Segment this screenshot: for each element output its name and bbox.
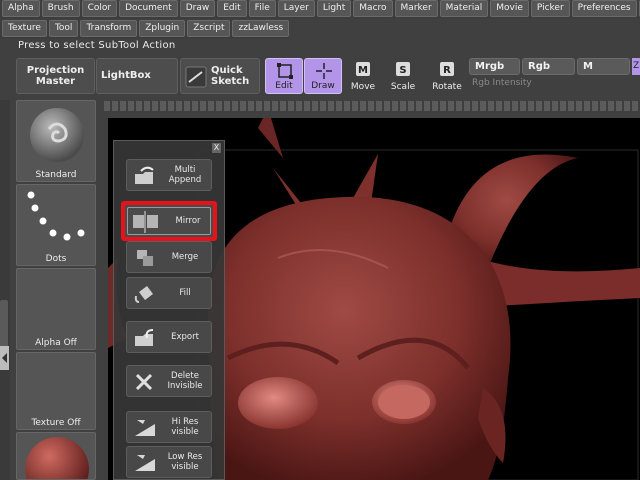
subtool-panel: X Multi Append Mirror Merge Fill Export … [113, 140, 225, 480]
scale-button[interactable]: S Scale [384, 58, 422, 94]
folder-arrow-icon [135, 166, 154, 184]
rgb-intensity-slider[interactable]: Rgb Intensity [469, 77, 629, 89]
export-button[interactable]: Export [126, 321, 212, 353]
svg-text:R: R [443, 65, 451, 76]
move-label: Move [350, 82, 376, 92]
scale-label: Scale [390, 82, 416, 92]
svg-text:M: M [358, 65, 368, 76]
rotate-label: Rotate [432, 82, 462, 92]
x-mark-icon [135, 373, 153, 391]
mrgb-button[interactable]: Mrgb [469, 58, 520, 75]
svg-text:S: S [399, 65, 406, 76]
multi-append-button[interactable]: Multi Append [126, 159, 212, 191]
menu-alpha[interactable]: Alpha [2, 0, 40, 17]
close-panel-button[interactable]: X [212, 143, 221, 153]
stroke-tray[interactable]: Dots [16, 184, 96, 266]
menu-picker[interactable]: Picker [530, 0, 570, 17]
material-sphere-icon [25, 437, 89, 479]
mirror-button[interactable]: Mirror [121, 201, 217, 241]
status-text: Press to select SubTool Action [18, 40, 176, 51]
menu-draw[interactable]: Draw [179, 0, 216, 17]
texture-tray[interactable]: Texture Off [16, 352, 96, 430]
submenu-zplugin[interactable]: Zplugin [139, 20, 186, 37]
fill-button[interactable]: Fill [126, 277, 212, 309]
rgb-button[interactable]: Rgb [522, 58, 575, 75]
merge-label: Merge [171, 252, 199, 262]
submenu-texture[interactable]: Texture [2, 20, 47, 37]
sketch-icon [185, 66, 207, 88]
export-label: Export [171, 332, 199, 342]
main-menu-bar: Alpha Brush Color Document Draw Edit File Layer… [0, 0, 640, 19]
rotate-icon: R [440, 62, 454, 76]
delete-invisible-button[interactable]: Delete Invisible [126, 365, 212, 397]
quick-sketch-button[interactable]: Quick Sketch [180, 58, 260, 94]
hi-res-visible-label: Hi Res visible [171, 417, 199, 437]
move-icon: M [356, 62, 370, 76]
draw-crosshair-icon [316, 63, 332, 79]
fill-label: Fill [179, 288, 191, 298]
menu-material[interactable]: Material [439, 0, 489, 17]
low-res-visible-button[interactable]: Low Res visible [126, 446, 212, 478]
edit-frame-icon [277, 63, 293, 79]
low-res-visible-label: Low Res visible [167, 452, 203, 472]
zbrush-window: Alpha Brush Color Document Draw Edit File Layer… [0, 0, 640, 480]
z-edge-button[interactable]: Z [632, 58, 640, 75]
menu-file[interactable]: File [248, 0, 276, 17]
draw-button[interactable]: Draw [304, 58, 342, 94]
merge-cubes-icon [137, 250, 153, 266]
texture-tray-label: Texture Off [31, 418, 81, 428]
submenu-transform[interactable]: Transform [80, 20, 138, 37]
menu-document[interactable]: Document [119, 0, 178, 17]
alpha-tray[interactable]: Alpha Off [16, 268, 96, 350]
secondary-menu-bar: Texture Tool Transform Zplugin Zscript zzLawl… [0, 20, 290, 39]
scale-icon: S [396, 62, 410, 76]
cubes-icon [133, 211, 158, 233]
standard-brush-icon [30, 108, 84, 162]
dots-stroke-icon [27, 191, 85, 241]
hi-res-visible-button[interactable]: Hi Res visible [126, 411, 212, 443]
menu-layer[interactable]: Layer [277, 0, 315, 17]
delete-invisible-label: Delete Invisible [167, 371, 203, 391]
menu-movie[interactable]: Movie [490, 0, 529, 17]
submenu-zscript[interactable]: Zscript [187, 20, 231, 37]
hi-res-ramp-icon [135, 420, 155, 436]
paint-bucket-icon [134, 286, 153, 303]
draw-label: Draw [311, 81, 335, 91]
submenu-tool[interactable]: Tool [48, 20, 79, 37]
menu-edit[interactable]: Edit [217, 0, 247, 17]
alpha-tray-label: Alpha Off [35, 338, 77, 348]
menu-light[interactable]: Light [316, 0, 352, 17]
projection-master-button[interactable]: Projection Master [16, 58, 95, 94]
collapse-arrow-icon[interactable] [0, 346, 9, 370]
left-dock-strip [0, 100, 10, 480]
menu-color[interactable]: Color [81, 0, 118, 17]
material-tray[interactable] [16, 432, 96, 480]
menu-brush[interactable]: Brush [41, 0, 80, 17]
low-res-ramp-icon [135, 455, 155, 471]
edit-label: Edit [275, 81, 293, 91]
submenu-zzlawless[interactable]: zzLawless [232, 20, 290, 37]
edit-button[interactable]: Edit [265, 58, 303, 94]
menu-macro[interactable]: Macro [353, 0, 393, 17]
move-button[interactable]: M Move [344, 58, 382, 94]
m-button[interactable]: M [577, 58, 630, 75]
multi-append-label: Multi Append [168, 165, 202, 185]
lightbox-button[interactable]: LightBox [96, 58, 178, 94]
rotate-button[interactable]: R Rotate [428, 58, 466, 94]
stroke-tray-label: Dots [45, 254, 67, 264]
timeline-strip[interactable] [104, 101, 640, 111]
menu-marker[interactable]: Marker [394, 0, 438, 17]
menu-preferences[interactable]: Preferences [571, 0, 637, 17]
folder-export-icon [135, 329, 154, 346]
quick-sketch-label: Quick Sketch [211, 65, 250, 87]
brush-tray-label: Standard [35, 170, 77, 180]
brush-tray[interactable]: Standard [16, 100, 96, 182]
mirror-label: Mirror [175, 216, 201, 226]
merge-button[interactable]: Merge [126, 241, 212, 273]
